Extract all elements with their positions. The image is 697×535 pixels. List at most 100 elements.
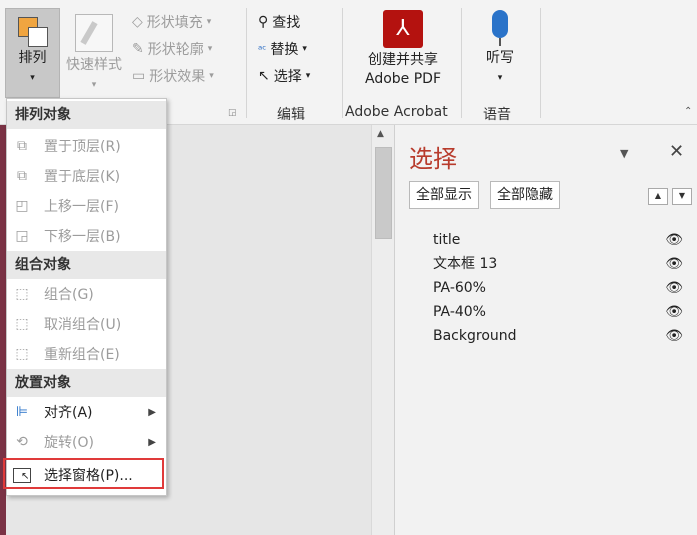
shape-outline-button[interactable]: ✎ 形状轮廓 ▾ — [132, 39, 212, 59]
replace-icon: ᵃᶜ — [258, 42, 267, 56]
menu-item-send-backward[interactable]: ◲ 下移一层(B) — [7, 221, 166, 251]
replace-button[interactable]: ᵃᶜ 替换 ▾ — [258, 39, 307, 59]
pencil-icon: ✎ — [132, 41, 144, 57]
chevron-down-icon: ▾ — [209, 71, 214, 81]
align-icon: ⊫ — [15, 404, 29, 420]
list-item-label: title — [433, 232, 461, 248]
chevron-down-icon: ▾ — [206, 17, 212, 27]
group-label-edit: 编辑 — [277, 107, 305, 123]
regroup-icon: ⬚ — [15, 346, 29, 362]
dictate-label: 听写 — [486, 50, 514, 66]
search-icon: ⚲ — [258, 14, 269, 30]
arrange-button[interactable]: 排列 ▾ — [5, 8, 60, 98]
list-item-label: Background — [433, 328, 517, 344]
vertical-scrollbar[interactable]: ▲ — [371, 125, 394, 535]
group-label-adobe: Adobe Acrobat — [345, 104, 448, 120]
cursor-arrow-icon: ↖ — [258, 68, 270, 84]
select-label: 选择 — [273, 69, 302, 85]
menu-item-label: 组合(G) — [44, 287, 94, 303]
menu-item-label: 上移一层(F) — [44, 199, 119, 215]
shape-effects-button[interactable]: ▭ 形状效果 ▾ — [132, 66, 214, 86]
quick-styles-icon — [75, 14, 113, 52]
arrange-label: 排列 — [18, 50, 47, 66]
bring-forward-button[interactable]: ▲ — [648, 188, 668, 205]
pane-options-icon[interactable]: ▼ — [620, 147, 628, 160]
shape-outline-label: 形状轮廓 — [147, 42, 204, 58]
selection-pane-highlight — [3, 458, 164, 489]
group-label-voice: 语音 — [483, 107, 511, 123]
shape-effects-icon: ▭ — [132, 68, 146, 84]
microphone-icon — [492, 10, 508, 38]
scroll-up-icon[interactable]: ▲ — [377, 129, 384, 139]
menu-item-send-to-back[interactable]: ⧉ 置于底层(K) — [7, 161, 166, 191]
arrange-icon — [16, 15, 50, 49]
show-all-button[interactable]: 全部显示 — [409, 181, 479, 209]
menu-item-regroup[interactable]: ⬚ 重新组合(E) — [7, 339, 166, 369]
divider — [461, 8, 462, 118]
list-item-label: PA-40% — [433, 304, 486, 320]
submenu-arrow-icon: ▶ — [148, 406, 156, 418]
find-label: 查找 — [272, 15, 301, 31]
menu-item-rotate[interactable]: ⟲ 旋转(O) ▶ — [7, 427, 166, 457]
shape-effects-label: 形状效果 — [149, 69, 206, 85]
list-item-label: PA-60% — [433, 280, 486, 296]
paint-bucket-icon: ◇ — [132, 14, 143, 30]
chevron-down-icon: ▾ — [91, 80, 97, 90]
eye-icon[interactable]: 👁 — [665, 228, 683, 252]
replace-label: 替换 — [270, 42, 299, 58]
list-item[interactable]: PA-60% 👁 — [433, 276, 693, 300]
menu-item-label: 下移一层(B) — [44, 229, 121, 245]
send-to-back-icon: ⧉ — [17, 168, 27, 184]
menu-item-bring-forward[interactable]: ◰ 上移一层(F) — [7, 191, 166, 221]
collapse-ribbon-icon[interactable]: ⌃ — [684, 106, 692, 117]
find-button[interactable]: ⚲ 查找 — [258, 12, 300, 32]
divider — [540, 8, 541, 118]
shape-fill-label: 形状填充 — [146, 15, 203, 31]
chevron-down-icon: ▾ — [497, 73, 503, 83]
send-backward-button[interactable]: ▼ — [672, 188, 692, 205]
eye-icon[interactable]: 👁 — [665, 324, 683, 348]
chevron-down-icon: ▾ — [30, 73, 35, 83]
select-button[interactable]: ↖ 选择 ▾ — [258, 66, 310, 86]
pane-title: 选择 — [409, 145, 457, 173]
dictate-button[interactable]: 听写 ▾ — [476, 10, 524, 84]
menu-item-bring-to-front[interactable]: ⧉ 置于顶层(R) — [7, 131, 166, 161]
eye-icon[interactable]: 👁 — [665, 252, 683, 276]
menu-item-label: 置于顶层(R) — [44, 139, 121, 155]
list-item-label: 文本框 13 — [433, 256, 498, 272]
eye-icon[interactable]: 👁 — [665, 300, 683, 324]
chevron-down-icon: ▾ — [207, 44, 213, 54]
menu-item-label: 对齐(A) — [44, 405, 93, 421]
list-item[interactable]: 文本框 13 👁 — [433, 252, 693, 276]
list-item[interactable]: PA-40% 👁 — [433, 300, 693, 324]
menu-item-align[interactable]: ⊫ 对齐(A) ▶ — [7, 397, 166, 427]
bring-to-front-icon: ⧉ — [17, 138, 27, 154]
create-adobe-pdf-button[interactable]: ⅄ 创建并共享 Adobe PDF — [356, 10, 450, 89]
list-item[interactable]: Background 👁 — [433, 324, 693, 348]
menu-item-label: 取消组合(U) — [44, 317, 122, 333]
menu-item-ungroup[interactable]: ⬚ 取消组合(U) — [7, 309, 166, 339]
rotate-icon: ⟲ — [16, 434, 28, 450]
menu-section-order: 排列对象 — [7, 101, 166, 129]
scroll-thumb[interactable] — [375, 147, 392, 239]
bring-forward-icon: ◰ — [15, 198, 29, 214]
selection-pane: 选择 ▼ ✕ 全部显示 全部隐藏 ▲ ▼ title 👁 文本框 13 👁 PA… — [394, 125, 697, 535]
quick-styles-button[interactable]: 快速样式 ▾ — [62, 8, 126, 91]
adobe-pdf-icon: ⅄ — [383, 10, 423, 48]
ungroup-icon: ⬚ — [15, 316, 29, 332]
chevron-down-icon: ▾ — [305, 71, 311, 81]
submenu-arrow-icon: ▶ — [148, 436, 156, 448]
dialog-launcher-icon[interactable]: ◲ — [228, 108, 237, 118]
send-backward-icon: ◲ — [15, 228, 29, 244]
quick-styles-label: 快速样式 — [66, 57, 122, 73]
hide-all-button[interactable]: 全部隐藏 — [490, 181, 560, 209]
close-icon[interactable]: ✕ — [669, 141, 684, 162]
list-item[interactable]: title 👁 — [433, 228, 693, 252]
eye-icon[interactable]: 👁 — [665, 276, 683, 300]
menu-item-label: 旋转(O) — [44, 435, 94, 451]
menu-item-label: 置于底层(K) — [44, 169, 121, 185]
menu-item-group[interactable]: ⬚ 组合(G) — [7, 279, 166, 309]
chevron-down-icon: ▾ — [302, 44, 307, 54]
shape-fill-button[interactable]: ◇ 形状填充 ▾ — [132, 12, 211, 32]
menu-section-group: 组合对象 — [7, 251, 166, 279]
